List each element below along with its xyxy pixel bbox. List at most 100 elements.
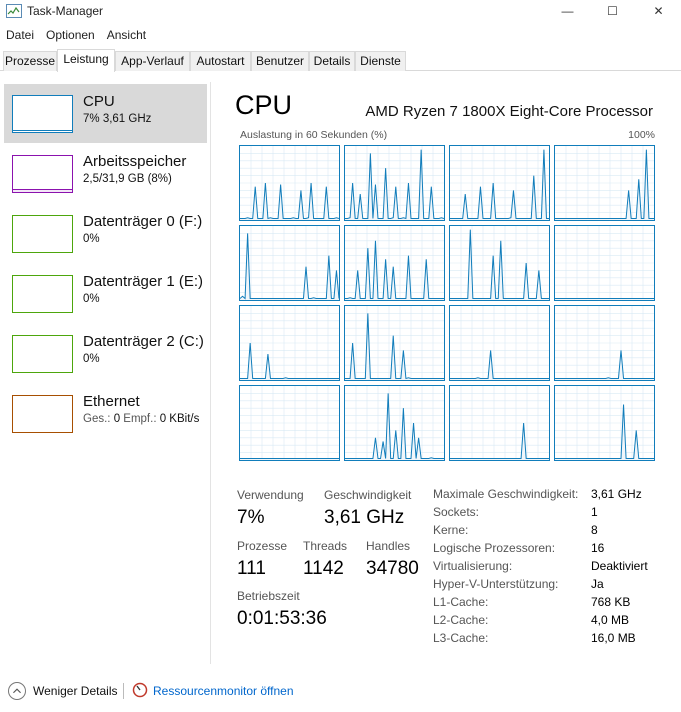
threads-value: 1142: [303, 558, 344, 579]
tab-leistung[interactable]: Leistung: [57, 49, 115, 72]
chevron-up-icon: [8, 682, 26, 700]
cpu-core-chart: [240, 386, 339, 460]
detail-label: Hyper-V-Unterstützung:: [433, 577, 559, 591]
cpu-core-graph: [344, 145, 445, 221]
sidebar-item-datentraeger-2[interactable]: Datenträger 2 (C:) 0%: [4, 324, 207, 383]
ethernet-recv-label: Empf.:: [120, 413, 160, 425]
graph-caption: Auslastung in 60 Sekunden (%): [240, 129, 388, 141]
disk-thumbnail: [12, 275, 73, 313]
minimize-button[interactable]: —: [545, 0, 590, 22]
processes-value: 111: [237, 558, 266, 579]
memory-thumbnail: [12, 155, 73, 193]
cpu-core-chart: [240, 146, 339, 220]
cpu-core-chart: [345, 386, 444, 460]
series-line: [555, 404, 654, 460]
cpu-core-graph: [554, 225, 655, 301]
fewer-details-label: Weniger Details: [33, 684, 118, 698]
speed-label: Geschwindigkeit: [324, 488, 412, 502]
cpu-core-graph: [344, 385, 445, 461]
series-area: [240, 343, 339, 380]
ethernet-send-label: Ges.:: [83, 413, 114, 425]
detail-value: 768 KB: [591, 595, 631, 609]
maximize-button[interactable]: ☐: [590, 0, 635, 22]
title-bar: Task-Manager — ☐ ✕: [0, 0, 681, 22]
detail-value: Ja: [591, 577, 604, 591]
detail-label: L1-Cache:: [433, 595, 489, 609]
tab-bar: Prozesse Leistung App-Verlauf Autostart …: [0, 49, 681, 72]
disk-thumbnail: [12, 215, 73, 253]
cpu-core-graph: [449, 145, 550, 221]
cpu-core-graph: [344, 225, 445, 301]
sidebar-item-label: Datenträger 0 (F:): [83, 213, 203, 230]
series-area: [555, 404, 654, 460]
series-line: [555, 350, 654, 380]
tab-autostart[interactable]: Autostart: [190, 51, 251, 71]
open-resource-monitor-link[interactable]: Ressourcenmonitor öffnen: [153, 684, 294, 698]
uptime-value: 0:01:53:36: [237, 608, 327, 629]
sidebar-item-ethernet[interactable]: Ethernet Ges.: 0 Empf.: 0 KBit/s: [4, 384, 207, 443]
tab-prozesse[interactable]: Prozesse: [3, 51, 57, 71]
detail-value: Deaktiviert: [591, 559, 648, 573]
tab-dienste[interactable]: Dienste: [355, 51, 406, 71]
footer: Weniger Details Ressourcenmonitor öffnen: [0, 672, 681, 712]
detail-value: 16,0 MB: [591, 631, 636, 645]
detail-value: 4,0 MB: [591, 613, 630, 627]
sidebar-item-value: 0%: [83, 353, 100, 365]
processes-label: Prozesse: [237, 539, 288, 553]
cpu-core-chart: [555, 386, 654, 460]
series-area: [240, 233, 339, 300]
cpu-core-graph: [554, 145, 655, 221]
cpu-thumbnail: [12, 95, 73, 133]
cpu-core-chart: [450, 306, 549, 380]
sidebar-item-label: Ethernet: [83, 393, 140, 410]
sidebar-item-value: 7% 3,61 GHz: [83, 113, 152, 125]
tab-details[interactable]: Details: [309, 51, 355, 71]
cpu-core-graph: [554, 385, 655, 461]
handles-label: Handles: [366, 539, 411, 553]
menu-ansicht[interactable]: Ansicht: [101, 26, 152, 44]
sidebar-item-datentraeger-1[interactable]: Datenträger 1 (E:) 0%: [4, 264, 207, 323]
ethernet-thumbnail: [12, 395, 73, 433]
usage-label: Verwendung: [237, 488, 304, 502]
series-line: [450, 422, 549, 460]
menu-optionen[interactable]: Optionen: [40, 26, 101, 44]
cpu-core-chart: [555, 146, 654, 220]
tab-benutzer[interactable]: Benutzer: [251, 51, 309, 71]
cpu-core-graph: [239, 385, 340, 461]
menu-datei[interactable]: Datei: [0, 26, 40, 44]
series-area: [345, 313, 444, 380]
detail-value: 8: [591, 523, 598, 537]
detail-label: Logische Prozessoren:: [433, 541, 556, 555]
speed-value: 3,61 GHz: [324, 507, 405, 528]
cpu-core-chart: [345, 306, 444, 380]
window-title: Task-Manager: [27, 4, 104, 18]
cpu-core-chart: [450, 386, 549, 460]
processor-model: AMD Ryzen 7 1800X Eight-Core Processor: [365, 103, 653, 120]
cpu-graph-grid: [239, 145, 656, 462]
sidebar-item-label: CPU: [83, 93, 115, 110]
sidebar-item-arbeitsspeicher[interactable]: Arbeitsspeicher 2,5/31,9 GB (8%): [4, 144, 207, 203]
sidebar-item-value: 2,5/31,9 GB (8%): [83, 173, 172, 185]
close-icon: ✕: [653, 4, 664, 18]
sidebar-item-value: Ges.: 0 Empf.: 0 KBit/s: [83, 413, 199, 425]
tab-app-verlauf[interactable]: App-Verlauf: [115, 51, 190, 71]
cpu-core-graph: [554, 305, 655, 381]
cpu-core-chart: [240, 226, 339, 300]
series-line: [450, 350, 549, 380]
close-button[interactable]: ✕: [636, 0, 681, 22]
sidebar-item-datentraeger-0[interactable]: Datenträger 0 (F:) 0%: [4, 204, 207, 263]
graph-max-label: 100%: [628, 129, 655, 141]
ethernet-recv-value: 0 KBit/s: [159, 413, 200, 425]
resource-monitor-icon: [132, 682, 148, 698]
cpu-core-graph: [449, 225, 550, 301]
series-line: [240, 342, 339, 380]
task-manager-icon: [6, 4, 22, 18]
sidebar-item-cpu[interactable]: CPU 7% 3,61 GHz: [4, 84, 207, 143]
detail-label: Maximale Geschwindigkeit:: [433, 487, 579, 501]
detail-label: Sockets:: [433, 505, 480, 519]
uptime-label: Betriebszeit: [237, 589, 300, 603]
detail-value: 16: [591, 541, 605, 555]
footer-divider: [123, 683, 124, 699]
maximize-icon: ☐: [607, 4, 618, 18]
cpu-core-chart: [345, 226, 444, 300]
